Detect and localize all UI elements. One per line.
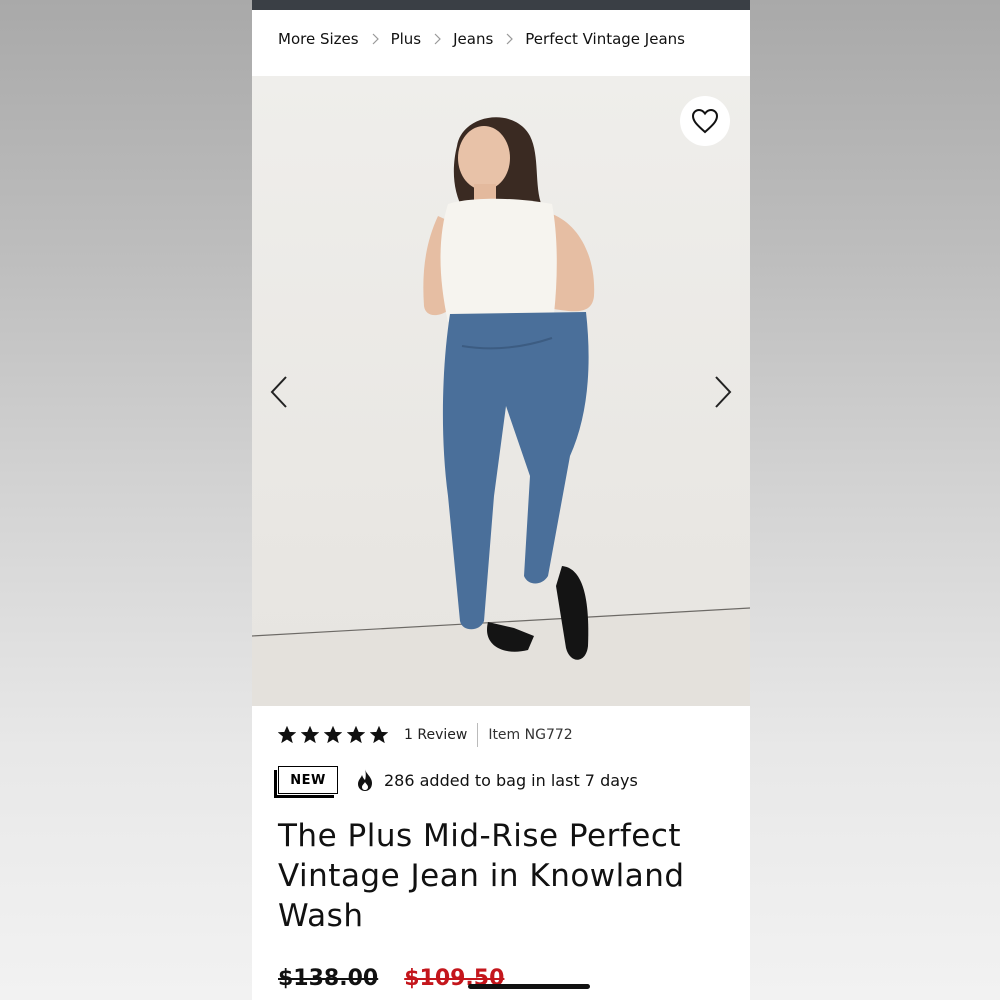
- popularity-text: 286 added to bag in last 7 days: [384, 770, 638, 790]
- product-photo-illustration: [252, 117, 750, 706]
- breadcrumb-jeans[interactable]: Jeans: [453, 30, 493, 48]
- previous-image-button[interactable]: [264, 374, 294, 410]
- chevron-right-icon: [715, 376, 732, 408]
- chevron-right-icon: [506, 33, 514, 45]
- breadcrumb-perfect-vintage-jeans[interactable]: Perfect Vintage Jeans: [525, 30, 685, 48]
- heart-outline-icon: [691, 108, 719, 134]
- product-page: More Sizes Plus Jeans Perfect Vintage Je…: [252, 0, 750, 1000]
- chevron-left-icon: [270, 376, 287, 408]
- next-image-button[interactable]: [708, 374, 738, 410]
- breadcrumb: More Sizes Plus Jeans Perfect Vintage Je…: [278, 30, 685, 48]
- product-image[interactable]: [252, 76, 750, 706]
- fire-icon: [358, 769, 372, 791]
- star-icon: [301, 726, 319, 744]
- chevron-right-icon: [434, 33, 441, 45]
- divider: [477, 723, 479, 747]
- rating-row: 1 Review Item NG772: [278, 722, 573, 748]
- star-icon: [278, 726, 296, 744]
- chevron-right-icon: [372, 33, 379, 45]
- breadcrumb-plus[interactable]: Plus: [391, 30, 422, 48]
- new-badge-label: NEW: [278, 766, 338, 794]
- item-number: Item NG772: [488, 727, 573, 743]
- star-icon: [324, 726, 342, 744]
- star-icon: [370, 726, 388, 744]
- reviews-link[interactable]: 1 Review: [404, 727, 467, 743]
- original-price: $138.00: [278, 966, 379, 991]
- home-indicator[interactable]: [468, 984, 590, 989]
- favorite-button[interactable]: [680, 96, 730, 146]
- product-title: The Plus Mid-Rise Perfect Vintage Jean i…: [278, 818, 685, 934]
- badge-row: NEW 286 added to bag in last 7 days: [274, 766, 638, 798]
- star-rating[interactable]: [278, 726, 388, 744]
- new-badge: NEW: [274, 766, 338, 798]
- breadcrumb-more-sizes[interactable]: More Sizes: [278, 30, 359, 48]
- status-bar: [252, 0, 750, 10]
- star-icon: [347, 726, 365, 744]
